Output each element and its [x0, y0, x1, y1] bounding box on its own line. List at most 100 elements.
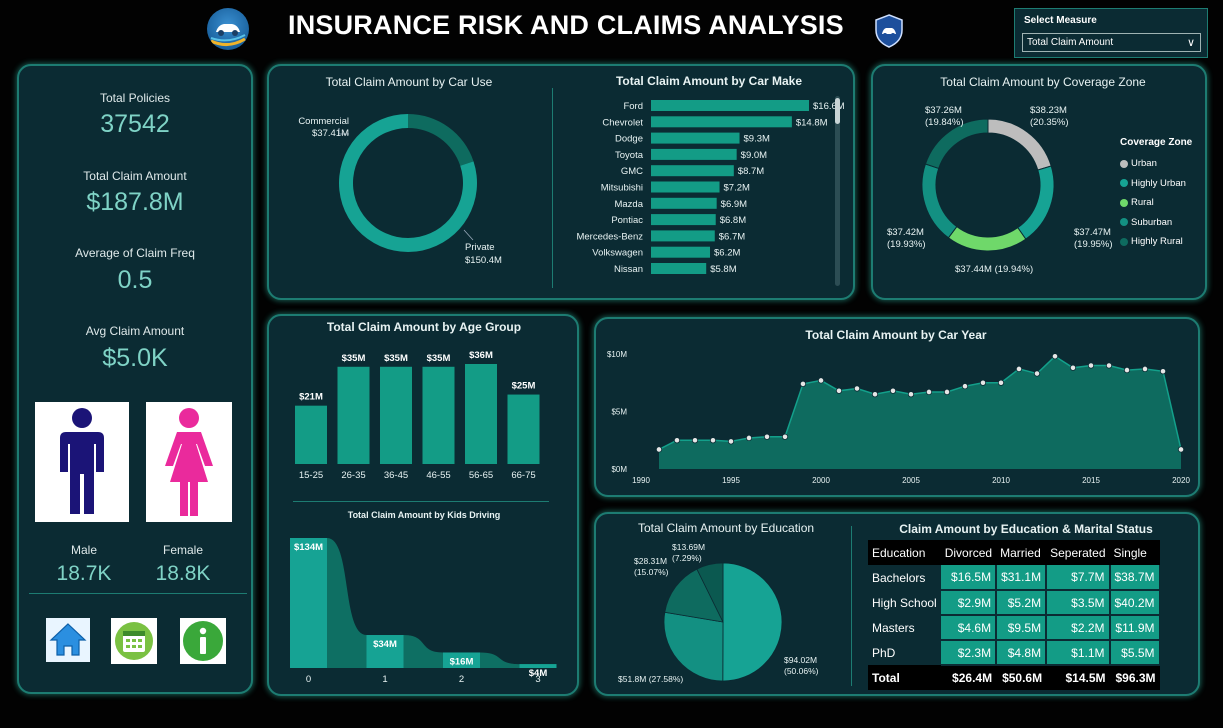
legend-item[interactable]: Suburban	[1120, 213, 1206, 233]
legend-item[interactable]: Urban	[1120, 154, 1206, 174]
bar-value-label: $34M	[373, 639, 397, 650]
category-label: 66-75	[511, 470, 535, 481]
data-point	[763, 433, 771, 440]
legend-item[interactable]: Rural	[1120, 193, 1206, 213]
data-point	[1159, 368, 1167, 375]
slice-value-label: $37.42M	[887, 227, 924, 238]
measure-dropdown-value: Total Claim Amount	[1027, 37, 1114, 48]
kpi-label: Total Claim Amount	[83, 169, 187, 183]
table-cell: $4.8M	[996, 640, 1048, 666]
age-group-title: Total Claim Amount by Age Group	[326, 320, 522, 334]
calendar-icon[interactable]	[111, 618, 157, 664]
bar	[651, 214, 716, 226]
y-tick-label: $5M	[611, 408, 627, 417]
kids-driving-title: Total Claim Amount by Kids Driving	[347, 510, 501, 520]
pie-slice	[722, 562, 783, 682]
slice-label: Commercial	[298, 116, 349, 127]
coverage-zone-panel: Total Claim Amount by Coverage Zone $38.…	[871, 64, 1207, 300]
female-icon	[146, 402, 232, 522]
table-cell: $1.1M	[1046, 640, 1111, 666]
bar	[651, 181, 720, 193]
category-label: Volkswagen	[592, 248, 643, 259]
scrollbar[interactable]	[835, 96, 840, 286]
category-label: 2	[459, 674, 464, 685]
kpi-value: $187.8M	[86, 188, 184, 216]
car-glyph	[210, 24, 246, 46]
column-header[interactable]: Married	[996, 540, 1047, 565]
bar-value-label: $7.2M	[724, 183, 750, 194]
bar-value-label: $6.9M	[721, 199, 747, 210]
car-use-title: Total Claim Amount by Car Use	[325, 75, 493, 89]
data-point	[1069, 364, 1077, 371]
data-point	[871, 391, 879, 398]
bar	[651, 263, 707, 274]
kpi-value: $5.0K	[102, 344, 168, 372]
area-fill	[659, 356, 1181, 469]
matrix-title: Claim Amount by Education & Marital Stat…	[899, 522, 1153, 536]
category-label: Dodge	[615, 134, 643, 145]
x-tick-label: 2010	[992, 476, 1010, 485]
category-label: 46-55	[426, 470, 450, 481]
coverage-legend: Urban Highly Urban Rural Suburban Highly Rur…	[1120, 154, 1206, 252]
column-header[interactable]: Divorced	[940, 540, 997, 565]
column-header[interactable]: Education	[868, 540, 941, 565]
row-header: Masters	[868, 615, 941, 640]
data-point	[1177, 446, 1185, 453]
bar-value-label: $35M	[342, 353, 366, 364]
measure-dropdown[interactable]: Total Claim Amount ∨	[1022, 33, 1201, 52]
x-tick-label: 2020	[1172, 476, 1190, 485]
category-label: 15-25	[299, 470, 323, 481]
slice-pct-label: (20.35%)	[1030, 117, 1069, 128]
panel-divider	[552, 88, 553, 288]
data-point	[925, 388, 933, 396]
category-label: 26-35	[341, 470, 365, 481]
data-point	[997, 379, 1005, 386]
category-label: Nissan	[614, 264, 643, 275]
data-point	[961, 383, 969, 390]
slice-value-label: $150.4M	[465, 255, 502, 266]
row-header: High School	[868, 590, 941, 615]
legend-item[interactable]: Highly Urban	[1120, 174, 1206, 194]
car-make-title: Total Claim Amount by Car Make	[615, 74, 803, 88]
scrollbar-thumb[interactable]	[835, 98, 840, 124]
bar	[651, 197, 717, 209]
total-cell: $14.5M	[1046, 665, 1110, 690]
kpi-value: 37542	[100, 110, 170, 138]
table-cell: $4.6M	[940, 615, 998, 641]
data-point	[709, 437, 717, 444]
data-point	[853, 385, 861, 392]
info-icon[interactable]	[180, 618, 226, 664]
legend-swatch	[1120, 159, 1128, 168]
data-point	[1123, 366, 1131, 374]
bar	[651, 148, 737, 160]
car-year-title: Total Claim Amount by Car Year	[805, 328, 987, 342]
legend-swatch	[1120, 237, 1128, 246]
bar-value-label: $9.3M	[744, 134, 770, 145]
total-cell: $96.3M	[1109, 665, 1160, 690]
column-header[interactable]: Single	[1109, 540, 1160, 565]
donut-slice	[921, 163, 958, 239]
slice-pct-label: (15.07%)	[634, 567, 669, 577]
category-label: 3	[535, 674, 540, 685]
education-title: Total Claim Amount by Education	[637, 521, 815, 535]
section-divider	[293, 501, 549, 502]
row-header: Bachelors	[868, 565, 941, 590]
data-point	[943, 388, 951, 396]
slice-value-label: $94.02M	[784, 655, 817, 665]
measure-slicer: Select Measure Total Claim Amount ∨	[1014, 8, 1208, 58]
column-header[interactable]: Seperated	[1046, 540, 1110, 565]
insurance-shield-icon	[874, 14, 904, 48]
male-label: Male	[70, 543, 97, 557]
bar-value-label: $6.2M	[714, 248, 740, 259]
data-point	[655, 446, 663, 453]
x-tick-label: 2000	[812, 476, 830, 485]
car-year-area-chart: $0M $5M $10M 1990 1995 2000 2005 2010 2015 2020	[607, 350, 1190, 485]
data-point	[781, 433, 789, 440]
legend-item[interactable]: Highly Rural	[1120, 232, 1206, 252]
x-tick-label: 2015	[1082, 476, 1100, 485]
category-label: 56-65	[469, 470, 493, 481]
total-label: Total	[868, 665, 941, 690]
bar-value-label: $35M	[384, 353, 408, 364]
home-icon[interactable]	[46, 618, 90, 662]
bar-value-label: $9.0M	[741, 150, 767, 161]
